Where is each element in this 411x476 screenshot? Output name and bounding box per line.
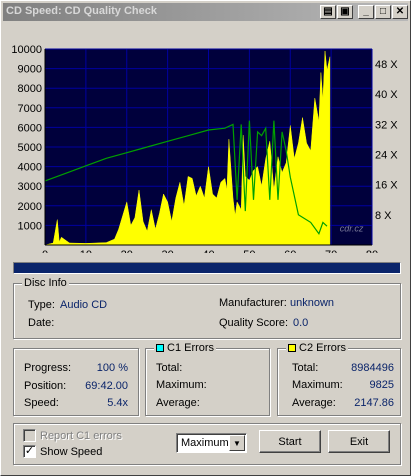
- x-tick-label: 70: [325, 249, 337, 253]
- c1-total-label: Total:: [156, 362, 183, 374]
- c2-maximum-label: Maximum:: [292, 379, 343, 391]
- show-speed-checkbox-box[interactable]: ✓: [23, 445, 36, 458]
- report-c1-checkbox-box[interactable]: [23, 429, 36, 442]
- progress-value: 100 %: [96, 362, 128, 374]
- watermark: cdr.cz: [340, 223, 364, 233]
- y-tick-label: 2000: [18, 201, 42, 213]
- c1-color-swatch: [156, 344, 164, 352]
- speed-value: 5.4x: [107, 397, 128, 409]
- y-tick-label: 9000: [18, 64, 42, 76]
- mode-select[interactable]: Maximum ▼: [176, 433, 247, 453]
- show-speed-label: Show Speed: [40, 445, 103, 458]
- chevron-down-icon[interactable]: ▼: [229, 435, 245, 451]
- position-value: 69:42.00: [85, 380, 128, 392]
- disc-info-title: Disc Info: [24, 277, 67, 289]
- copy-icon[interactable]: ▤: [320, 5, 336, 19]
- window-title: CD Speed: CD Quality Check: [6, 5, 157, 17]
- quality-chart: 1000 2000 3000 4000 5000 6000 7000 8000 9000 1000…: [5, 31, 407, 261]
- close-button[interactable]: ✕: [392, 5, 408, 19]
- c2-average-value: 2147.86: [354, 397, 394, 409]
- progress-label: Progress:: [24, 362, 72, 374]
- title-bar[interactable]: CD Speed: CD Quality Check ▤ ▣ _ □ ✕: [3, 3, 408, 21]
- y-tick-label: 10000: [11, 44, 42, 56]
- c2-color-swatch: [288, 344, 296, 352]
- x-tick-label: 60: [284, 249, 296, 253]
- x-tick-label: 40: [202, 249, 214, 253]
- c1-errors-title: C1 Errors: [167, 342, 215, 354]
- y2-tick-label: 32 X: [375, 119, 398, 131]
- disc-info-group: Disc Info Type: Audio CD Date: Manufactu…: [13, 277, 401, 339]
- c2-maximum-value: 9825: [369, 379, 394, 391]
- c2-average-label: Average:: [292, 397, 336, 409]
- y2-tick-label: 40 X: [375, 89, 398, 101]
- minimize-button[interactable]: _: [358, 5, 374, 19]
- start-button[interactable]: Start: [259, 430, 321, 453]
- c2-total-value: 8984496: [351, 362, 394, 374]
- cd-quality-check-window: CD Speed: CD Quality Check ▤ ▣ _ □ ✕ 100…: [0, 0, 411, 476]
- type-label: Type:: [28, 299, 55, 311]
- speed-label: Speed:: [24, 397, 59, 409]
- y-tick-label: 6000: [18, 122, 42, 134]
- c2-errors-group: C2 Errors Total: 8984496 Maximum: 9825 A…: [277, 342, 401, 416]
- x-tick-label: 10: [80, 249, 92, 253]
- y-tick-label: 3000: [18, 181, 42, 193]
- report-c1-checkbox[interactable]: Report C1 errors: [23, 429, 122, 442]
- c2-errors-title: C2 Errors: [299, 342, 347, 354]
- mode-select-value: Maximum: [181, 437, 229, 449]
- y2-tick-label: 16 X: [375, 180, 398, 192]
- y2-tick-label: 48 X: [375, 59, 398, 71]
- x-tick-label: 20: [121, 249, 133, 253]
- progress-stats-group: Progress: 100 % Position: 69:42.00 Speed…: [13, 348, 139, 416]
- x-tick-label: 80: [366, 249, 378, 253]
- y-tick-label: 1000: [18, 220, 42, 232]
- y-tick-label: 8000: [18, 83, 42, 95]
- x-tick-label: 50: [243, 249, 255, 253]
- maximize-button[interactable]: □: [375, 5, 391, 19]
- report-c1-label: Report C1 errors: [40, 429, 122, 442]
- exit-button[interactable]: Exit: [328, 430, 390, 453]
- y-tick-label: 4000: [18, 162, 42, 174]
- y-tick-label: 5000: [18, 142, 42, 154]
- save-icon[interactable]: ▣: [337, 5, 353, 19]
- c1-maximum-label: Maximum:: [156, 379, 207, 391]
- quality-score-value: 0.0: [293, 317, 309, 329]
- show-speed-checkbox[interactable]: ✓ Show Speed: [23, 445, 102, 458]
- quality-chart-svg: 1000 2000 3000 4000 5000 6000 7000 8000 9000 1000…: [11, 44, 398, 261]
- c1-average-label: Average:: [156, 397, 200, 409]
- y2-tick-label: 8 X: [375, 210, 392, 222]
- quality-score-label: Quality Score:: [219, 317, 289, 329]
- manufacturer-value: unknown: [290, 297, 335, 309]
- date-label: Date:: [28, 317, 55, 329]
- type-value: Audio CD: [60, 299, 108, 311]
- scan-progress-fill: [14, 263, 400, 273]
- x-tick-label: 30: [162, 249, 174, 253]
- manufacturer-label: Manufacturer:: [219, 297, 287, 309]
- scan-progress-bar: [13, 262, 401, 274]
- c1-errors-group: C1 Errors Total: Maximum: Average:: [145, 342, 270, 416]
- y2-tick-label: 24 X: [375, 150, 398, 162]
- y-tick-label: 7000: [18, 103, 42, 115]
- position-label: Position:: [24, 380, 67, 392]
- c2-total-label: Total:: [292, 362, 319, 374]
- x-tick-label: 0: [42, 249, 48, 253]
